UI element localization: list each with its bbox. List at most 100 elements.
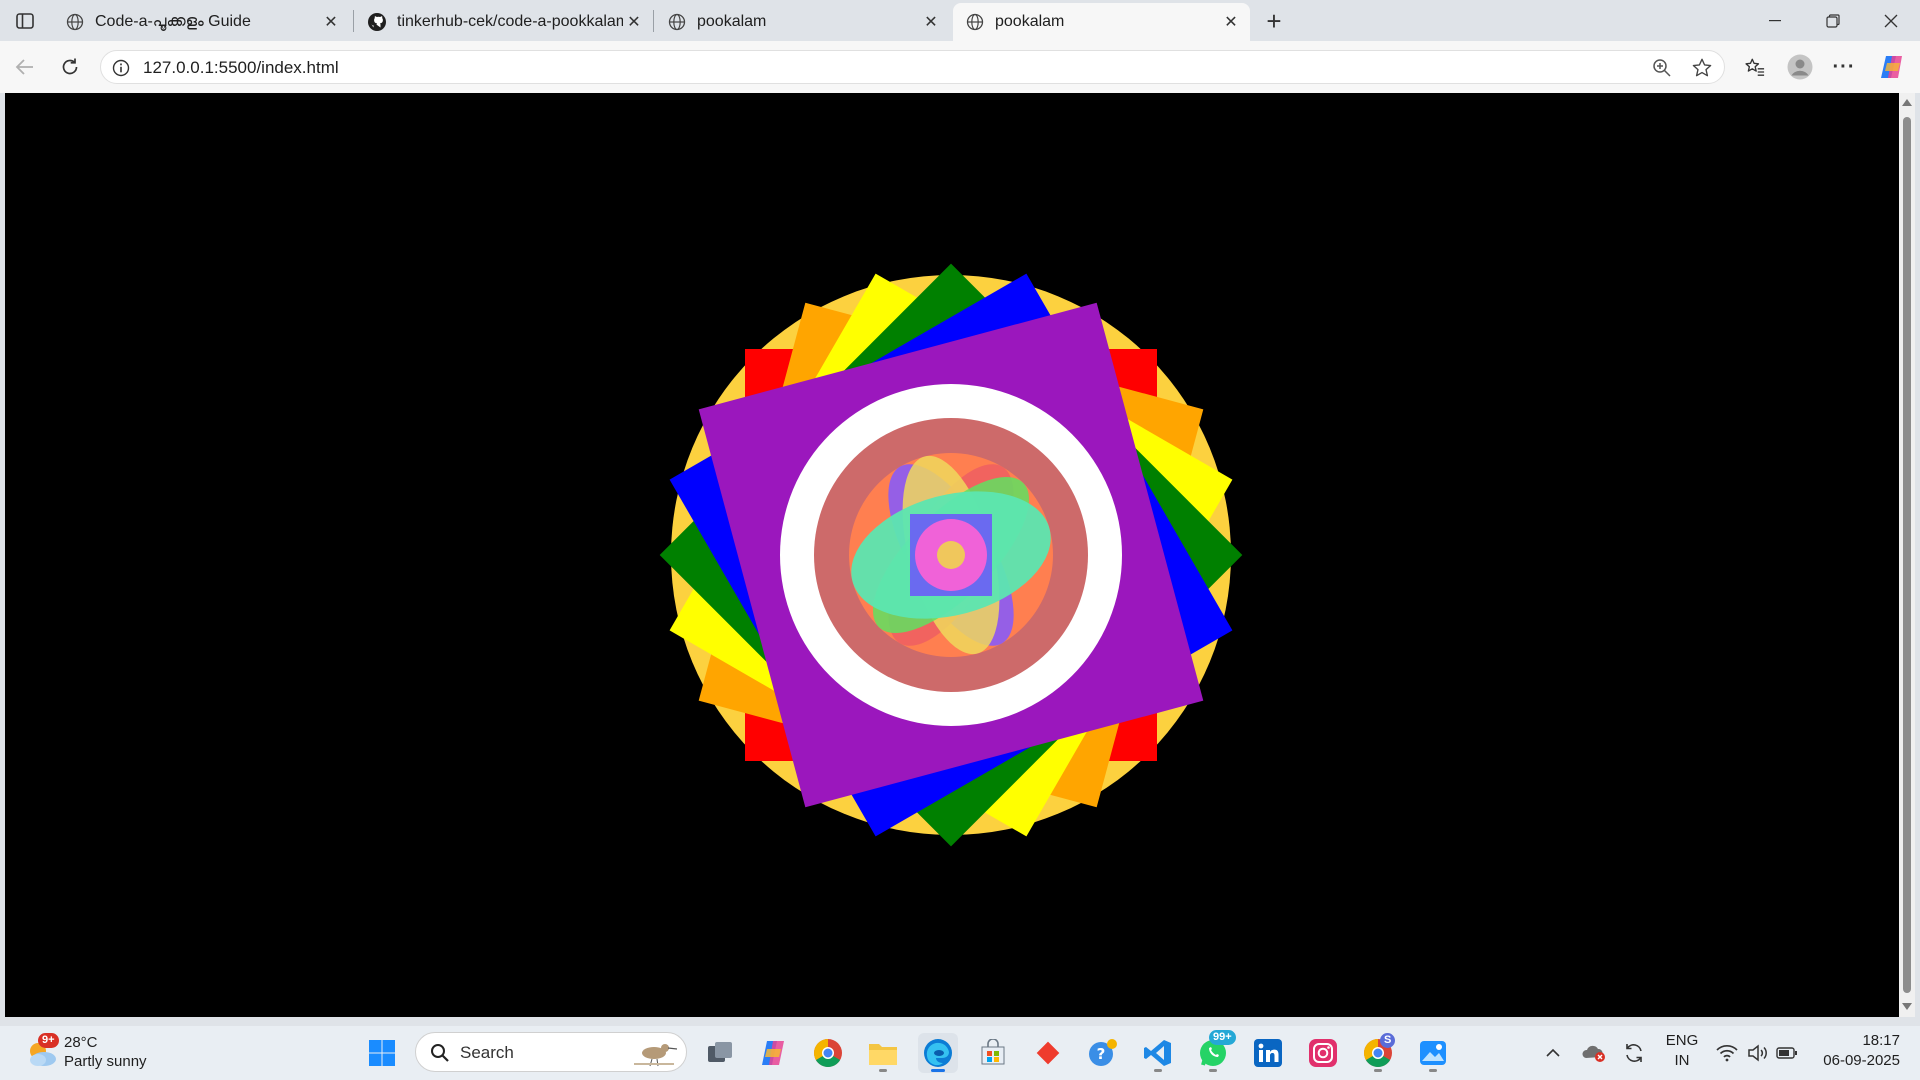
zoom-icon[interactable]	[1651, 57, 1673, 79]
speaker-icon	[1748, 1044, 1767, 1062]
language-code: ENG	[1665, 1032, 1699, 1049]
anydesk-app[interactable]	[1028, 1033, 1068, 1073]
tab-label: tinkerhub-cek/code-a-pookkalam	[397, 13, 623, 30]
globe-icon	[965, 12, 985, 32]
scrollbar-thumb[interactable]	[1903, 117, 1911, 993]
search-icon	[430, 1043, 450, 1068]
tab-divider	[653, 10, 654, 32]
start-button[interactable]	[362, 1033, 402, 1073]
tab-label: Code-a-പൂക്കളം Guide	[95, 13, 251, 30]
clock-date: 06-09-2025	[1823, 1052, 1900, 1069]
photos-app[interactable]	[1413, 1033, 1453, 1073]
search-label: Search	[460, 1043, 514, 1062]
tab-strip: Code-a-പൂക്കളം Guide ✕ tinkerhub-cek/cod…	[0, 0, 1920, 41]
running-indicator	[1374, 1069, 1382, 1072]
browser-toolbar: 127.0.0.1:5500/index.html ···	[0, 41, 1920, 93]
chrome-app[interactable]	[808, 1033, 848, 1073]
microsoft-store-app[interactable]	[973, 1033, 1013, 1073]
folder-icon	[869, 1044, 897, 1065]
tab-pookalam-1[interactable]: pookalam ✕	[655, 3, 950, 41]
github-icon	[367, 12, 387, 32]
weather-temperature: 28°C	[64, 1034, 98, 1051]
windows-logo-icon	[369, 1040, 395, 1066]
search-bird-illustration-icon	[628, 1039, 678, 1072]
whatsapp-unread-badge: 99+	[1209, 1030, 1236, 1045]
battery-tray[interactable]	[1774, 1026, 1800, 1080]
profile-avatar-icon[interactable]	[1785, 53, 1815, 81]
photos-icon	[1420, 1041, 1446, 1065]
vertical-scrollbar[interactable]	[1899, 93, 1915, 1017]
battery-icon	[1776, 1047, 1797, 1059]
copilot-icon[interactable]	[1876, 52, 1908, 82]
tab-code-a-pookkalam-guide[interactable]: Code-a-പൂക്കളം Guide ✕	[53, 3, 350, 41]
copilot-icon	[762, 1041, 784, 1065]
site-info-icon[interactable]	[111, 58, 131, 78]
pookalam-canvas	[659, 263, 1243, 847]
close-window-icon[interactable]	[1876, 8, 1906, 34]
task-view-button[interactable]	[700, 1033, 740, 1073]
file-explorer-app[interactable]	[863, 1033, 903, 1073]
onedrive-tray[interactable]	[1580, 1026, 1608, 1080]
running-indicator	[1209, 1069, 1217, 1072]
instagram-app[interactable]	[1303, 1033, 1343, 1073]
linkedin-app[interactable]	[1248, 1033, 1288, 1073]
center-yellow-circle	[937, 541, 965, 569]
globe-icon	[667, 12, 687, 32]
address-bar[interactable]: 127.0.0.1:5500/index.html	[100, 50, 1725, 84]
taskbar-clock[interactable]: 18:17 06-09-2025	[1805, 1031, 1900, 1071]
sync-tray[interactable]	[1620, 1026, 1648, 1080]
tab-github-repo[interactable]: tinkerhub-cek/code-a-pookkalam ✕	[355, 3, 653, 41]
copilot-app[interactable]	[753, 1033, 793, 1073]
back-icon[interactable]	[10, 53, 40, 81]
refresh-icon[interactable]	[55, 53, 85, 81]
svg-text:?: ?	[1097, 1045, 1106, 1063]
restore-icon[interactable]	[1818, 8, 1848, 34]
page-viewport	[5, 93, 1899, 1017]
tab-label: pookalam	[995, 13, 1065, 30]
tab-label: pookalam	[697, 13, 767, 30]
scroll-down-arrow-icon[interactable]	[1902, 1003, 1912, 1010]
chevron-up-icon	[1546, 1048, 1560, 1057]
diamond-app-icon	[1036, 1041, 1060, 1065]
chrome-profile-badge: S	[1380, 1033, 1396, 1048]
sync-icon	[1626, 1044, 1642, 1062]
minimize-icon[interactable]	[1760, 8, 1790, 34]
language-indicator[interactable]: ENG IN	[1660, 1031, 1704, 1071]
task-view-icon	[708, 1042, 732, 1062]
close-icon[interactable]: ✕	[320, 11, 342, 33]
chrome-profile-app[interactable]: S	[1358, 1033, 1398, 1073]
close-icon[interactable]: ✕	[920, 11, 942, 33]
taskbar-search[interactable]: Search	[415, 1032, 687, 1072]
help-app[interactable]: ?	[1083, 1033, 1123, 1073]
vscode-app[interactable]	[1138, 1033, 1178, 1073]
close-icon[interactable]: ✕	[623, 11, 645, 33]
chrome-icon	[814, 1039, 842, 1067]
running-indicator	[1154, 1069, 1162, 1072]
instagram-icon	[1309, 1039, 1337, 1067]
help-icon: ?	[1089, 1039, 1117, 1066]
globe-icon	[65, 12, 85, 32]
volume-tray[interactable]	[1745, 1026, 1771, 1080]
running-indicator	[879, 1069, 887, 1072]
wifi-tray[interactable]	[1714, 1026, 1740, 1080]
edge-app[interactable]	[918, 1033, 958, 1073]
whatsapp-app[interactable]: 99+	[1193, 1030, 1236, 1073]
vscode-icon	[1144, 1040, 1171, 1066]
close-icon[interactable]: ✕	[1220, 11, 1242, 33]
favorite-star-icon[interactable]	[1691, 57, 1713, 79]
tab-pookalam-active[interactable]: pookalam ✕	[953, 3, 1250, 41]
show-hidden-icons-button[interactable]	[1541, 1026, 1565, 1080]
sidebar-toggle-icon[interactable]	[12, 9, 38, 33]
url-text: 127.0.0.1:5500/index.html	[143, 58, 339, 77]
favorites-icon[interactable]	[1740, 53, 1770, 81]
weather-widget[interactable]: 9+ 28°C Partly sunny	[24, 1031, 204, 1075]
weather-alert-badge: 9+	[38, 1033, 59, 1048]
scroll-up-arrow-icon[interactable]	[1902, 99, 1912, 106]
wifi-icon	[1716, 1044, 1738, 1062]
more-options-icon[interactable]: ···	[1829, 53, 1859, 81]
running-indicator	[1429, 1069, 1437, 1072]
active-indicator	[931, 1069, 945, 1072]
new-tab-icon[interactable]: +	[1259, 6, 1289, 36]
cloud-error-icon	[1582, 1045, 1605, 1062]
weather-condition: Partly sunny	[64, 1053, 147, 1070]
